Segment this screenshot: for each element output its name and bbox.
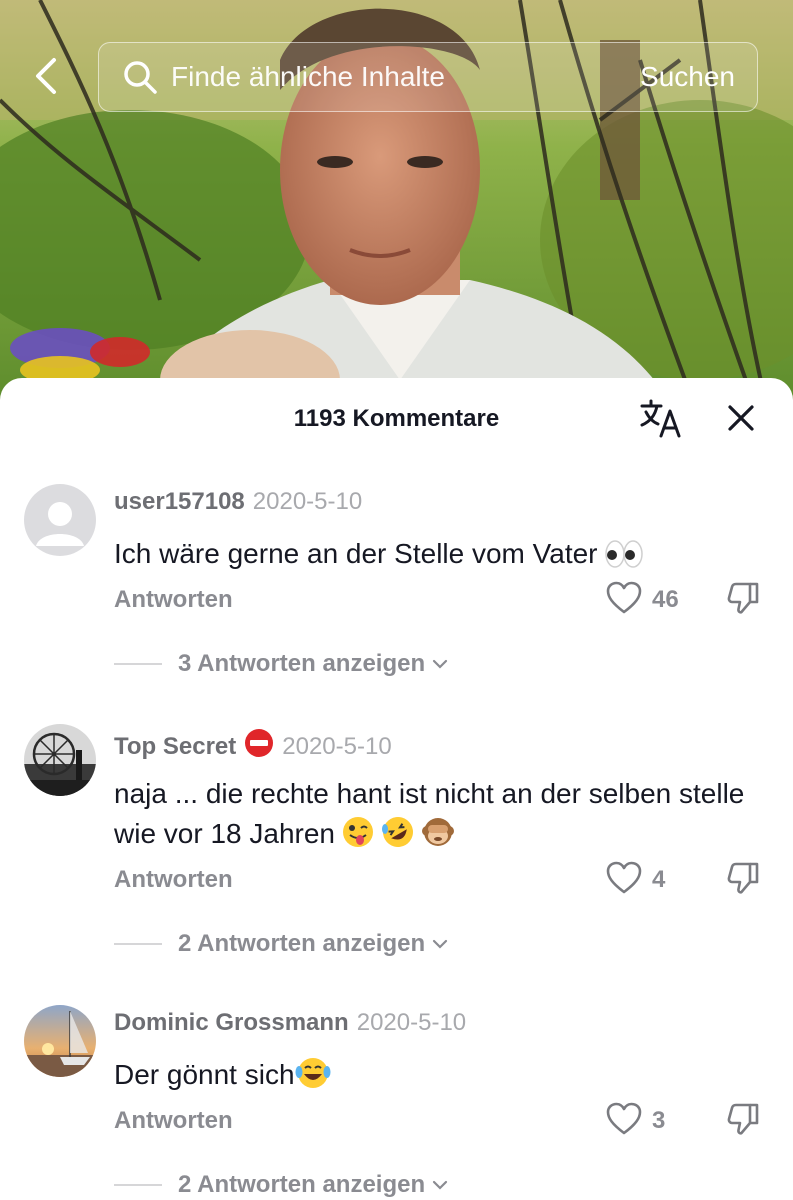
- dislike-button[interactable]: [724, 860, 764, 900]
- chevron-down-icon: [431, 1179, 449, 1191]
- translate-icon: [639, 398, 683, 443]
- winking-face-with-tongue-emoji-icon: [341, 815, 375, 860]
- comment-date: 2020-5-10: [252, 488, 363, 515]
- replies-divider-line: [114, 1184, 162, 1186]
- comment-date: 2020-5-10: [356, 1009, 467, 1036]
- dislike-button[interactable]: [724, 1101, 764, 1141]
- rolling-on-the-floor-laughing-emoji-icon: [381, 815, 415, 860]
- no-entry-badge-icon: [244, 728, 274, 765]
- view-replies-button[interactable]: 3 Antworten anzeigen: [114, 650, 449, 678]
- comment-date: 2020-5-10: [282, 733, 392, 760]
- close-button[interactable]: [720, 398, 762, 442]
- comment-username[interactable]: user157108: [114, 488, 245, 515]
- back-button[interactable]: [24, 52, 68, 104]
- dislike-button[interactable]: [724, 580, 764, 620]
- translate-button[interactable]: [638, 398, 684, 442]
- comment-body: Ich wäre gerne an der Stelle vom Vater: [114, 538, 598, 569]
- view-replies-label: 3 Antworten anzeigen: [178, 650, 426, 677]
- comment-text: naja ... die rechte hant ist nicht an de…: [114, 774, 764, 860]
- avatar[interactable]: [24, 484, 96, 556]
- eyes-emoji-icon: [604, 539, 644, 580]
- heart-outline-icon: [606, 1102, 642, 1141]
- comment-meta: Top Secret 2020-5-10: [114, 728, 392, 765]
- view-replies-button[interactable]: 2 Antworten anzeigen: [114, 1171, 449, 1199]
- comment-text: Ich wäre gerne an der Stelle vom Vater: [114, 534, 764, 580]
- back-arrow-icon: [32, 56, 60, 101]
- sailboat-sunset-avatar-icon: [24, 1005, 96, 1077]
- like-count: 4: [652, 866, 666, 893]
- see-no-evil-monkey-emoji-icon: [421, 815, 455, 860]
- heart-outline-icon: [606, 581, 642, 620]
- replies-divider-line: [114, 663, 162, 665]
- thumbs-down-icon: [726, 1101, 762, 1142]
- reply-button[interactable]: Antworten: [114, 1107, 233, 1135]
- avatar[interactable]: [24, 724, 96, 796]
- reply-button[interactable]: Antworten: [114, 586, 233, 614]
- comment-meta: user157108 2020-5-10: [114, 488, 362, 516]
- comment-text: Der gönnt sich: [114, 1055, 764, 1101]
- like-count: 46: [652, 586, 679, 613]
- comments-sheet: 1193 Kommentare user157108 2020-5-10 Ich…: [0, 378, 793, 1200]
- comment-body: Der gönnt sich: [114, 1059, 295, 1090]
- reply-button[interactable]: Antworten: [114, 866, 233, 894]
- heart-outline-icon: [606, 861, 642, 900]
- default-avatar-icon: [24, 484, 96, 556]
- view-replies-label: 2 Antworten anzeigen: [178, 1171, 426, 1198]
- search-submit-button[interactable]: Suchen: [640, 61, 735, 93]
- ferris-wheel-avatar-icon: [24, 724, 96, 796]
- app-screen: Suchen 1193 Kommentare: [0, 0, 793, 1200]
- close-icon: [726, 403, 756, 438]
- comment-username[interactable]: Top Secret: [114, 733, 236, 760]
- comment-username[interactable]: Dominic Grossmann: [114, 1009, 349, 1036]
- replies-divider-line: [114, 943, 162, 945]
- thumbs-down-icon: [726, 580, 762, 621]
- like-button[interactable]: 46: [606, 580, 679, 620]
- thumbs-down-icon: [726, 860, 762, 901]
- like-count: 3: [652, 1107, 666, 1134]
- chevron-down-icon: [431, 658, 449, 670]
- view-replies-button[interactable]: 2 Antworten anzeigen: [114, 930, 449, 958]
- comments-header: 1193 Kommentare: [0, 378, 793, 462]
- search-input[interactable]: [171, 61, 641, 93]
- like-button[interactable]: 3: [606, 1101, 665, 1141]
- face-with-tears-of-joy-emoji-icon: [295, 1056, 331, 1101]
- search-bar[interactable]: Suchen: [98, 42, 758, 112]
- avatar[interactable]: [24, 1005, 96, 1077]
- comment-meta: Dominic Grossmann 2020-5-10: [114, 1009, 466, 1037]
- view-replies-label: 2 Antworten anzeigen: [178, 930, 426, 957]
- chevron-down-icon: [431, 938, 449, 950]
- like-button[interactable]: 4: [606, 860, 665, 900]
- search-icon: [121, 58, 159, 96]
